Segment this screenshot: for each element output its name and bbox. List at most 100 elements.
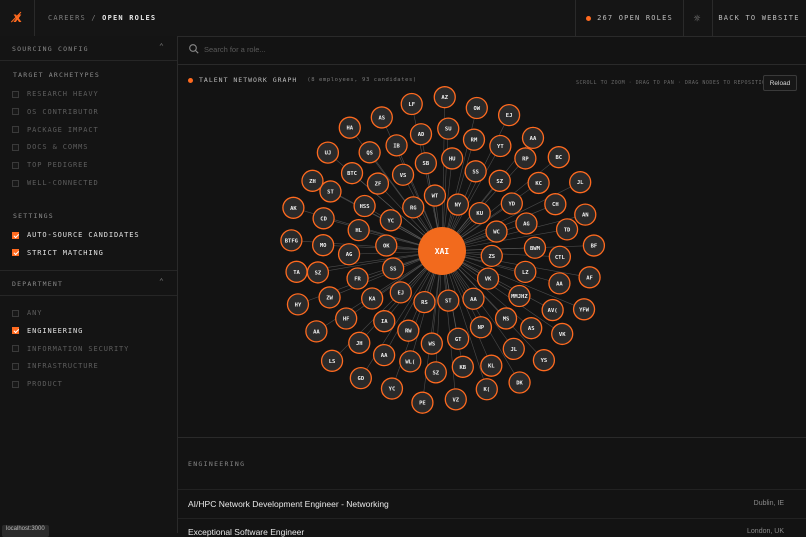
open-roles-counter[interactable]: 267 OPEN ROLES [575, 0, 684, 36]
checkbox[interactable] [12, 231, 19, 239]
candidate-node[interactable]: WL( [399, 350, 422, 373]
checkbox[interactable] [12, 90, 19, 98]
candidate-node[interactable]: ZS [480, 244, 503, 268]
checkbox[interactable] [12, 249, 19, 257]
xai-logo[interactable]: x̸ [0, 0, 35, 36]
breadcrumb-careers[interactable]: CAREERS [48, 14, 86, 22]
candidate-node[interactable]: AV( [541, 298, 564, 322]
checkbox[interactable] [12, 161, 19, 169]
candidate-node[interactable]: VS [391, 163, 415, 186]
setting-option[interactable]: AUTO-SOURCE CANDIDATES [12, 229, 140, 241]
archetype-option[interactable]: PACKAGE IMPACT [12, 124, 99, 136]
sourcing-config-header[interactable]: SOURCING CONFIG ⌃ [0, 36, 177, 61]
candidate-node[interactable]: JL [502, 337, 525, 361]
candidate-node[interactable]: SZ [488, 169, 511, 192]
candidate-node[interactable]: YC [380, 377, 404, 400]
reload-button[interactable]: Reload [763, 75, 797, 91]
candidate-node[interactable]: LF [400, 92, 423, 116]
checkbox[interactable] [12, 362, 19, 370]
candidate-node[interactable]: FR [346, 267, 369, 290]
candidate-node[interactable]: YD [500, 192, 523, 215]
candidate-node[interactable]: AA [305, 320, 328, 343]
candidate-node[interactable]: AZ [433, 86, 456, 109]
candidate-node[interactable]: AF [578, 266, 601, 289]
candidate-node[interactable]: MO [311, 234, 335, 257]
archetype-option[interactable]: RESEARCH HEAVY [12, 88, 99, 100]
candidate-node[interactable]: TD [555, 218, 579, 241]
candidate-node[interactable]: HL [347, 218, 370, 242]
department-option[interactable]: ANY [12, 307, 42, 319]
department-header[interactable]: DEPARTMENT ⌃ [0, 271, 177, 296]
candidate-node[interactable]: NY [446, 193, 470, 216]
archetype-option[interactable]: TOP PEDIGREE [12, 159, 88, 171]
archetype-option[interactable]: OS CONTRIBUTOR [12, 106, 99, 118]
candidate-node[interactable]: AG [337, 243, 361, 266]
candidate-node[interactable]: VZ [444, 388, 467, 411]
candidate-node[interactable]: MMJHZ [508, 284, 531, 308]
candidate-node[interactable]: OW [465, 96, 488, 120]
candidate-node[interactable]: YC [379, 209, 402, 232]
candidate-node[interactable]: MS [494, 307, 518, 330]
candidate-node[interactable]: RW [397, 319, 420, 342]
network-canvas[interactable]: ZS VK AA ST RS EJ SS OK YC RG WT NY KU WC LZ MMJHZ MS NP G… [178, 65, 806, 437]
candidate-node[interactable]: HY [286, 293, 310, 316]
checkbox[interactable] [12, 309, 19, 317]
candidate-node[interactable]: RM [462, 128, 486, 151]
candidate-node[interactable]: AA [521, 126, 545, 150]
candidate-node[interactable]: KU [468, 201, 491, 225]
candidate-node[interactable]: BWM [523, 236, 547, 259]
candidate-node[interactable]: KB [451, 355, 474, 378]
department-option[interactable]: ENGINEERING [12, 325, 83, 337]
candidate-node[interactable]: AG [515, 212, 538, 235]
checkbox[interactable] [12, 345, 19, 353]
checkbox[interactable] [12, 126, 19, 134]
archetype-option[interactable]: DOCS & COMMS [12, 141, 88, 153]
candidate-node[interactable]: CD [312, 207, 335, 230]
candidate-node[interactable]: UJ [316, 141, 340, 164]
job-title[interactable]: AI/HPC Network Development Engineer - Ne… [188, 499, 389, 509]
checkbox[interactable] [12, 380, 19, 388]
candidate-node[interactable]: NP [469, 316, 493, 339]
candidate-node[interactable]: OK [375, 234, 398, 257]
candidate-node[interactable]: SU [437, 117, 460, 140]
candidate-node[interactable]: ZF [366, 172, 390, 195]
candidate-node[interactable]: YFW [572, 298, 596, 321]
checkbox[interactable] [12, 327, 19, 335]
checkbox[interactable] [12, 108, 19, 116]
candidate-node[interactable]: SB [414, 152, 438, 175]
candidate-node[interactable]: ST [437, 289, 460, 312]
candidate-node[interactable]: IA [373, 310, 396, 333]
candidate-node[interactable]: AS [520, 317, 543, 340]
center-node[interactable]: XAI [418, 227, 466, 275]
candidate-node[interactable]: ZH [301, 169, 324, 192]
setting-option[interactable]: STRICT MATCHING [12, 247, 104, 259]
candidate-node[interactable]: HF [335, 307, 358, 330]
candidate-node[interactable]: VK [551, 322, 574, 346]
candidate-node[interactable]: KC [527, 171, 550, 195]
department-option[interactable]: INFORMATION SECURITY [12, 343, 129, 355]
candidate-node[interactable]: HSS [353, 194, 376, 218]
candidate-node[interactable]: HU [441, 147, 464, 170]
candidate-node[interactable]: WC [485, 220, 508, 243]
candidate-node[interactable]: SZ [306, 261, 330, 284]
candidate-node[interactable]: SS [381, 257, 405, 280]
candidate-node[interactable]: ZW [318, 286, 341, 309]
role-search[interactable]: Search for a role... [178, 36, 806, 65]
candidate-node[interactable]: AD [409, 123, 433, 146]
candidate-node[interactable]: KL [480, 354, 503, 377]
department-option[interactable]: INFRASTRUCTURE [12, 360, 99, 372]
candidate-node[interactable]: GT [446, 327, 470, 350]
candidate-node[interactable]: LS [320, 349, 344, 372]
talent-network-graph[interactable]: ZS VK AA ST RS EJ SS OK YC RG WT NY KU WC LZ MMJHZ MS NP G… [178, 65, 806, 438]
candidate-node[interactable]: DK [508, 371, 531, 394]
candidate-node[interactable]: QS [358, 141, 381, 164]
candidate-node[interactable]: BTFG [280, 229, 303, 252]
candidate-node[interactable]: PE [411, 391, 434, 414]
candidate-node[interactable]: AA [372, 343, 396, 367]
checkbox[interactable] [12, 179, 19, 187]
candidate-node[interactable]: AA [548, 272, 571, 295]
candidate-node[interactable]: KA [361, 287, 384, 310]
candidate-node[interactable]: SZ [424, 361, 447, 384]
candidate-node[interactable]: RG [402, 196, 425, 219]
candidate-node[interactable]: WS [420, 332, 443, 355]
